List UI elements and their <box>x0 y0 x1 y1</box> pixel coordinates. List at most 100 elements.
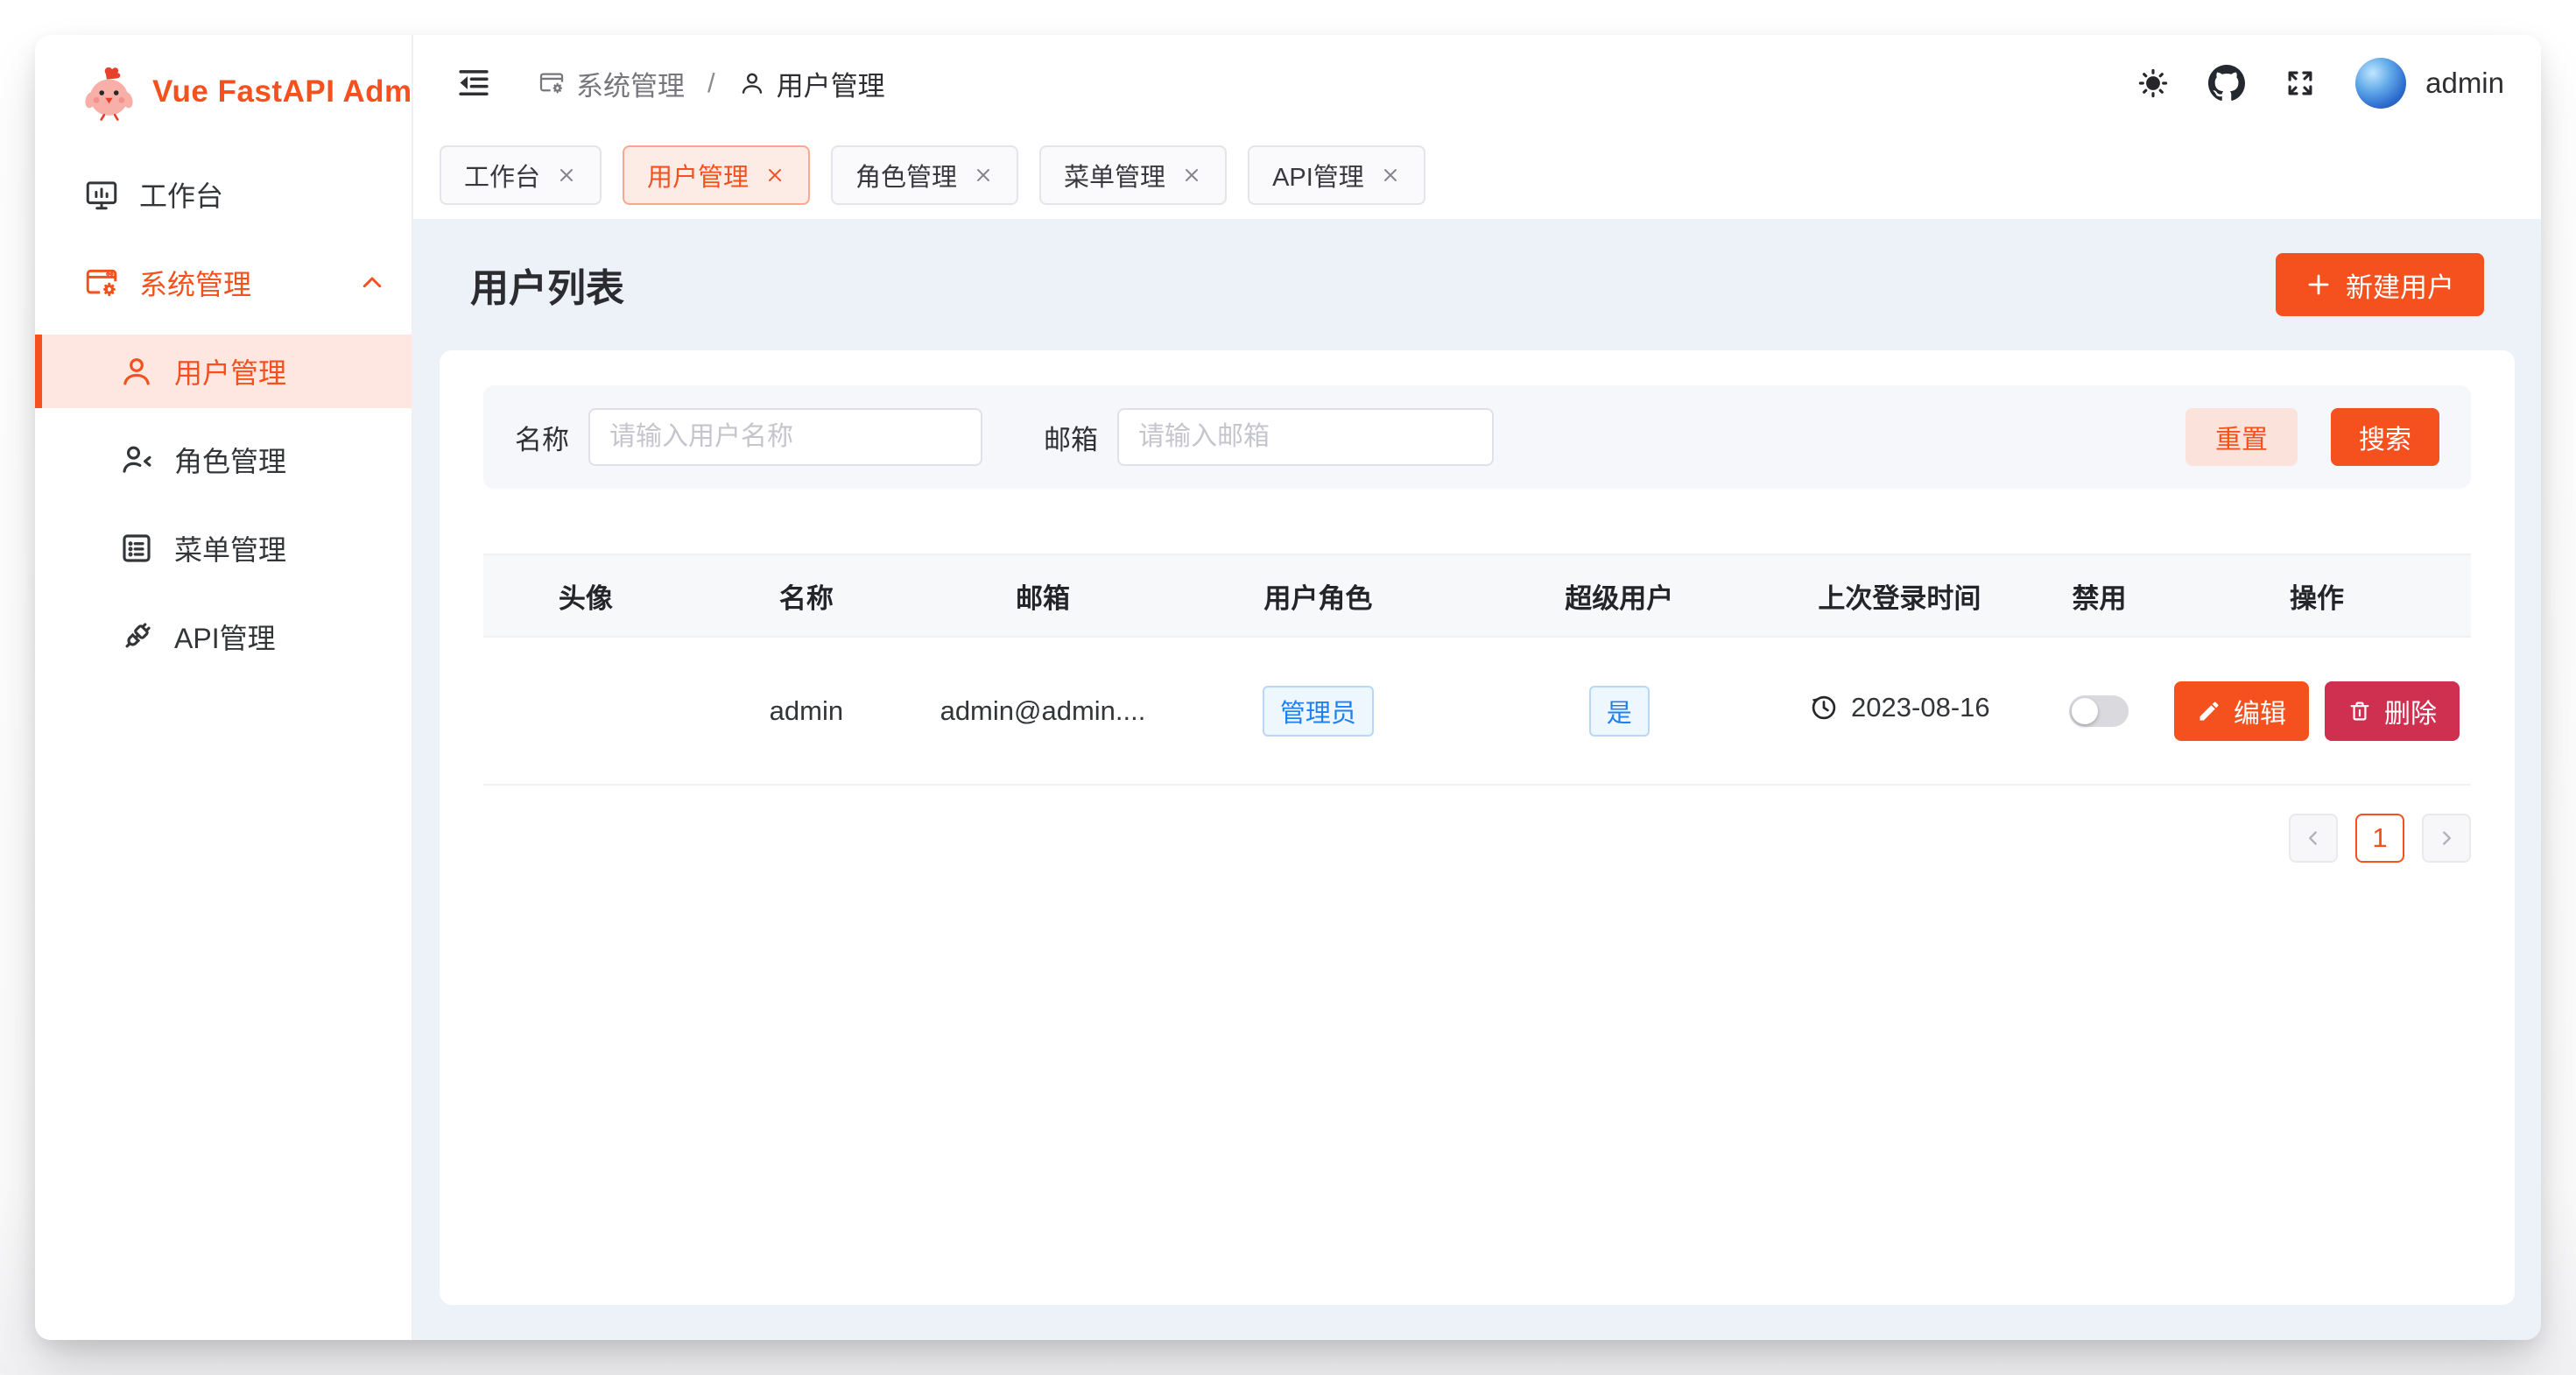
sidebar-item-users[interactable]: 用户管理 <box>35 335 412 408</box>
tab-label: 工作台 <box>464 157 540 194</box>
search-button[interactable]: 搜索 <box>2331 408 2439 466</box>
sidebar: Vue FastAPI Admin 工作台 <box>35 35 413 1340</box>
close-icon[interactable] <box>973 165 994 186</box>
cell-email: admin@admin.... <box>925 637 1161 785</box>
sidebar-item-label: API管理 <box>174 617 276 657</box>
pencil-icon <box>2197 699 2221 723</box>
chevron-left-icon <box>2302 827 2325 850</box>
window-gear-icon <box>83 264 120 301</box>
email-input[interactable] <box>1117 408 1494 466</box>
col-email: 邮箱 <box>925 554 1161 637</box>
sidebar-item-menus[interactable]: 菜单管理 <box>35 511 412 585</box>
search-panel: 名称 邮箱 重置 搜索 <box>483 385 2471 489</box>
col-avatar: 头像 <box>483 554 688 637</box>
app-logo[interactable]: Vue FastAPI Admin <box>35 35 412 149</box>
tab-workbench[interactable]: 工作台 <box>440 145 602 205</box>
user-icon <box>118 353 155 390</box>
trash-icon <box>2347 699 2372 723</box>
page-background: Vue FastAPI Admin 工作台 <box>0 0 2576 1375</box>
page-header: 用户列表 新建用户 <box>440 219 2515 350</box>
username-label[interactable]: admin <box>2425 67 2504 100</box>
user-avatar[interactable] <box>2355 58 2406 109</box>
page-number-button[interactable]: 1 <box>2355 814 2404 863</box>
sun-icon <box>2136 67 2170 100</box>
close-icon[interactable] <box>556 165 577 186</box>
tab-roles[interactable]: 角色管理 <box>831 145 1018 205</box>
window-gear-icon <box>538 69 566 97</box>
app-title: Vue FastAPI Admin <box>152 74 440 109</box>
chevron-right-icon <box>2435 827 2458 850</box>
col-disabled: 禁用 <box>2036 554 2163 637</box>
breadcrumb: 系统管理 / 用户管理 <box>538 64 885 103</box>
col-superuser: 超级用户 <box>1475 554 1763 637</box>
sidebar-item-workbench[interactable]: 工作台 <box>35 158 412 231</box>
tab-menus[interactable]: 菜单管理 <box>1039 145 1227 205</box>
api-plug-icon <box>118 618 155 655</box>
breadcrumb-separator: / <box>707 67 715 99</box>
col-last-login: 上次登录时间 <box>1763 554 2036 637</box>
expand-icon <box>2284 67 2317 100</box>
menu-fold-icon <box>455 65 492 102</box>
theme-toggle-button[interactable] <box>2136 67 2170 100</box>
disabled-toggle[interactable] <box>2069 695 2129 727</box>
sidebar-item-label: 用户管理 <box>174 351 286 391</box>
content-card: 名称 邮箱 重置 搜索 <box>440 350 2515 1305</box>
tab-users[interactable]: 用户管理 <box>623 145 810 205</box>
breadcrumb-item-system[interactable]: 系统管理 <box>538 64 685 103</box>
edit-button[interactable]: 编辑 <box>2174 681 2309 741</box>
edit-button-label: 编辑 <box>2234 692 2286 730</box>
github-icon <box>2208 65 2245 102</box>
menu-list-icon <box>118 530 155 567</box>
sidebar-item-apis[interactable]: API管理 <box>35 600 412 673</box>
main-area: 系统管理 / 用户管理 <box>413 35 2541 1340</box>
sidebar-menu: 工作台 系统管理 <box>35 149 412 688</box>
fullscreen-button[interactable] <box>2284 67 2317 100</box>
user-role-icon <box>118 441 155 478</box>
sidebar-item-roles[interactable]: 角色管理 <box>35 423 412 497</box>
users-table: 头像 名称 邮箱 用户角色 超级用户 上次登录时间 禁用 操作 <box>483 554 2471 786</box>
role-badge: 管理员 <box>1263 686 1374 737</box>
plus-icon <box>2305 271 2332 298</box>
page-title: 用户列表 <box>470 257 624 313</box>
cell-last-login: 2023-08-16 <box>1763 637 2036 785</box>
sidebar-item-label: 角色管理 <box>174 440 286 480</box>
table-header-row: 头像 名称 邮箱 用户角色 超级用户 上次登录时间 禁用 操作 <box>483 554 2471 637</box>
chicken-logo-icon <box>81 63 138 121</box>
delete-button[interactable]: 删除 <box>2325 681 2460 741</box>
prev-page-button[interactable] <box>2289 814 2338 863</box>
new-user-button[interactable]: 新建用户 <box>2276 253 2484 316</box>
last-login-value: 2023-08-16 <box>1851 692 1990 723</box>
chevron-up-icon <box>359 270 385 296</box>
col-actions: 操作 <box>2163 554 2471 637</box>
superuser-badge: 是 <box>1589 686 1650 737</box>
content-area: 用户列表 新建用户 名称 邮箱 <box>413 219 2541 1340</box>
name-input[interactable] <box>588 408 982 466</box>
close-icon[interactable] <box>1380 165 1401 186</box>
next-page-button[interactable] <box>2422 814 2471 863</box>
tab-apis[interactable]: API管理 <box>1248 145 1425 205</box>
delete-button-label: 删除 <box>2384 692 2437 730</box>
toggle-knob <box>2072 698 2098 724</box>
tab-label: 菜单管理 <box>1064 157 1165 194</box>
breadcrumb-item-users[interactable]: 用户管理 <box>738 64 885 103</box>
cell-actions: 编辑 删除 <box>2163 637 2471 785</box>
col-role: 用户角色 <box>1161 554 1475 637</box>
tab-label: 角色管理 <box>855 157 957 194</box>
tab-label: API管理 <box>1272 157 1364 194</box>
close-icon[interactable] <box>764 165 785 186</box>
app-window: Vue FastAPI Admin 工作台 <box>35 35 2541 1340</box>
reset-button[interactable]: 重置 <box>2185 408 2298 466</box>
user-icon <box>738 69 766 97</box>
sidebar-item-system[interactable]: 系统管理 <box>35 246 412 320</box>
clock-icon <box>1809 693 1839 723</box>
tab-label: 用户管理 <box>647 157 749 194</box>
email-field-label: 邮箱 <box>1044 418 1098 457</box>
github-link-button[interactable] <box>2208 65 2245 102</box>
cell-avatar <box>483 637 688 785</box>
sidebar-item-label: 工作台 <box>139 174 223 215</box>
monitor-icon <box>83 176 120 213</box>
close-icon[interactable] <box>1181 165 1202 186</box>
breadcrumb-label: 用户管理 <box>777 64 885 103</box>
pagination: 1 <box>483 814 2471 863</box>
collapse-sidebar-button[interactable] <box>455 65 492 102</box>
